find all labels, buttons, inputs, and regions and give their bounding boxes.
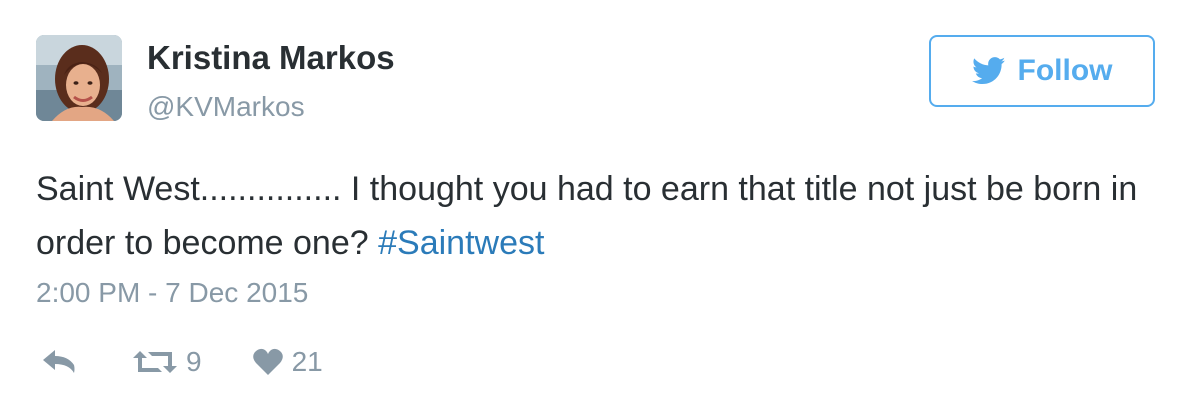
tweet-actions: 9 21 — [40, 344, 323, 380]
retweet-icon — [133, 351, 177, 373]
tweet-timestamp[interactable]: 2:00 PM - 7 Dec 2015 — [36, 279, 308, 307]
profile-photo-icon — [36, 35, 122, 121]
follow-label: Follow — [1017, 54, 1113, 87]
display-name[interactable]: Kristina Markos — [147, 41, 395, 74]
like-button[interactable]: 21 — [252, 347, 323, 377]
tweet-body: Saint West............... I thought you … — [36, 170, 1138, 262]
twitter-bird-icon — [971, 57, 1005, 85]
tweet-card: Kristina Markos @KVMarkos Follow Saint W… — [0, 0, 1200, 411]
avatar[interactable] — [36, 35, 122, 121]
retweet-button[interactable]: 9 — [132, 347, 202, 377]
hashtag-link[interactable]: #Saintwest — [378, 224, 544, 262]
user-handle[interactable]: @KVMarkos — [147, 93, 305, 121]
retweet-count: 9 — [186, 346, 202, 377]
tweet-text: Saint West............... I thought you … — [36, 162, 1166, 270]
heart-icon — [252, 348, 283, 375]
reply-button[interactable] — [40, 347, 78, 377]
reply-icon — [43, 350, 75, 373]
like-count: 21 — [291, 346, 323, 377]
follow-button[interactable]: Follow — [929, 35, 1155, 107]
